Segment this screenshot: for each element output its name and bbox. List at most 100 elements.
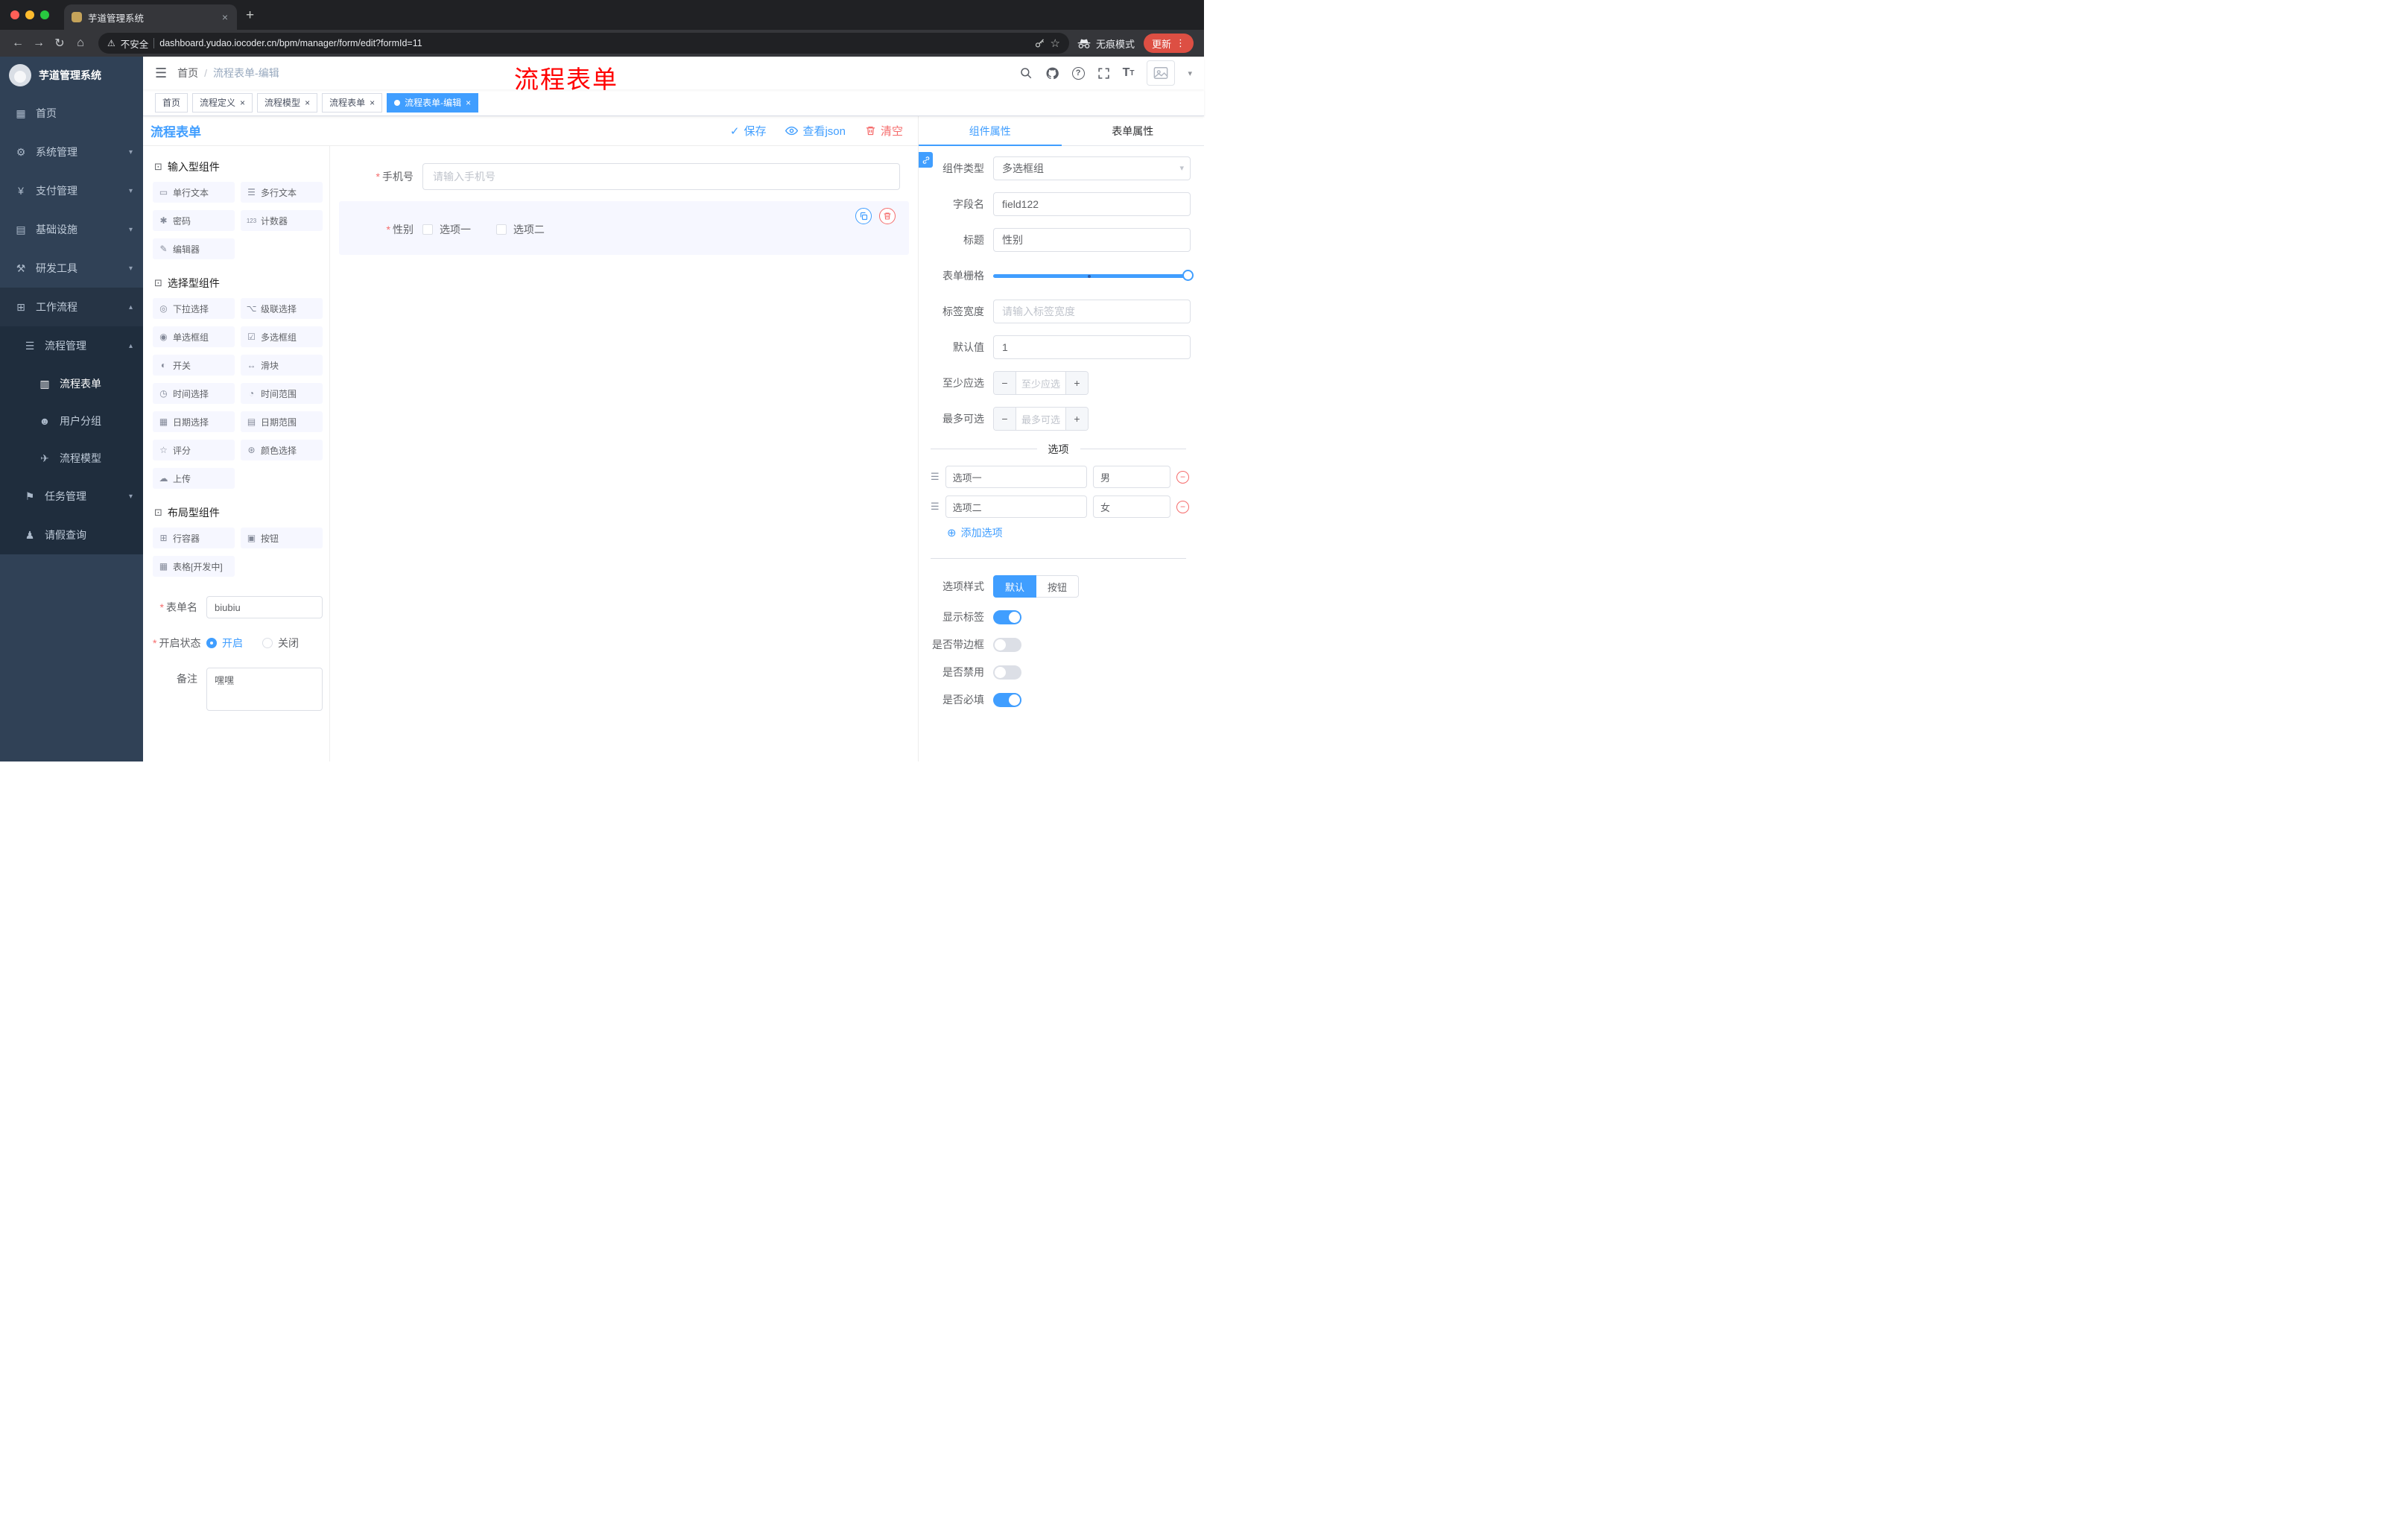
tag-close-icon[interactable]: × bbox=[370, 98, 375, 108]
key-icon[interactable] bbox=[1034, 38, 1045, 49]
option-1-value-input[interactable] bbox=[1093, 466, 1170, 488]
palette-item-color-picker[interactable]: ⊛ 颜色选择 bbox=[241, 440, 323, 460]
title-input[interactable] bbox=[993, 228, 1191, 252]
browser-update-button[interactable]: 更新 ⋮ bbox=[1143, 34, 1194, 53]
palette-item-editor[interactable]: ✎ 编辑器 bbox=[153, 238, 235, 259]
address-bar[interactable]: ⚠ 不安全 dashboard.yudao.iocoder.cn/bpm/man… bbox=[98, 33, 1069, 54]
sidebar-item-process-form[interactable]: ▥ 流程表单 bbox=[0, 365, 143, 402]
decrease-button[interactable]: − bbox=[994, 408, 1016, 430]
palette-item-table[interactable]: ▦ 表格[开发中] bbox=[153, 556, 235, 577]
option-style-default-button[interactable]: 默认 bbox=[993, 575, 1037, 598]
default-value-input[interactable] bbox=[993, 335, 1191, 359]
palette-item-password[interactable]: ✱ 密码 bbox=[153, 210, 235, 231]
palette-item-date-range[interactable]: ▤ 日期范围 bbox=[241, 411, 323, 432]
increase-button[interactable]: + bbox=[1065, 372, 1088, 394]
forward-button[interactable]: → bbox=[28, 37, 49, 50]
fullscreen-icon[interactable] bbox=[1097, 67, 1110, 80]
component-type-value[interactable] bbox=[993, 156, 1191, 180]
window-zoom-button[interactable] bbox=[40, 10, 49, 19]
tag-home[interactable]: 首页 bbox=[155, 92, 188, 113]
option-1-label-input[interactable] bbox=[945, 466, 1087, 488]
palette-item-radio-group[interactable]: ◉ 单选框组 bbox=[153, 326, 235, 347]
disabled-switch[interactable] bbox=[993, 665, 1021, 680]
window-minimize-button[interactable] bbox=[25, 10, 34, 19]
link-icon[interactable] bbox=[919, 152, 933, 168]
radio-status-on[interactable]: 开启 bbox=[206, 632, 243, 654]
view-json-button[interactable]: 查看json bbox=[785, 123, 846, 139]
new-tab-button[interactable]: + bbox=[246, 7, 254, 24]
required-switch[interactable] bbox=[993, 692, 1021, 707]
checkbox-option-1[interactable]: 选项一 bbox=[422, 222, 471, 237]
option-2-label-input[interactable] bbox=[945, 495, 1087, 518]
tag-close-icon[interactable]: × bbox=[466, 98, 471, 108]
add-option-button[interactable]: ⊕ 添加选项 bbox=[947, 525, 1191, 540]
label-width-input[interactable] bbox=[993, 300, 1191, 323]
avatar[interactable] bbox=[1147, 60, 1176, 86]
sidebar-item-devtools[interactable]: ⚒ 研发工具 ▾ bbox=[0, 249, 143, 288]
tag-close-icon[interactable]: × bbox=[240, 98, 245, 108]
sidebar-item-infrastructure[interactable]: ▤ 基础设施 ▾ bbox=[0, 210, 143, 249]
sidebar-item-home[interactable]: ▦ 首页 bbox=[0, 94, 143, 133]
sidebar-item-process-management[interactable]: ☰ 流程管理 ▴ bbox=[0, 326, 143, 365]
palette-item-cascader[interactable]: ⌥ 级联选择 bbox=[241, 298, 323, 319]
sidebar-item-system[interactable]: ⚙ 系统管理 ▾ bbox=[0, 133, 143, 171]
palette-item-time-range[interactable]: ◔ 时间范围 bbox=[241, 383, 323, 404]
drag-handle-icon[interactable]: ☰ bbox=[931, 501, 940, 513]
increase-button[interactable]: + bbox=[1065, 408, 1088, 430]
sidebar-item-process-model[interactable]: ✈ 流程模型 bbox=[0, 440, 143, 477]
checkbox-box[interactable] bbox=[495, 224, 507, 235]
bookmark-star-icon[interactable]: ☆ bbox=[1051, 37, 1060, 50]
drag-handle-icon[interactable]: ☰ bbox=[931, 471, 940, 483]
remove-option-button[interactable]: − bbox=[1176, 470, 1189, 484]
component-type-select[interactable]: ▾ bbox=[993, 156, 1191, 180]
clear-button[interactable]: 清空 bbox=[865, 123, 903, 139]
sidebar-toggle-icon[interactable]: ☰ bbox=[155, 66, 167, 81]
slider-handle[interactable] bbox=[1182, 270, 1194, 281]
palette-item-date-picker[interactable]: ▦ 日期选择 bbox=[153, 411, 235, 432]
sidebar-item-user-group[interactable]: ☻ 用户分组 bbox=[0, 402, 143, 440]
reload-button[interactable]: ↻ bbox=[49, 36, 70, 51]
tab-form-props[interactable]: 表单属性 bbox=[1062, 116, 1205, 145]
avatar-caret-icon[interactable]: ▾ bbox=[1188, 69, 1192, 78]
remove-option-button[interactable]: − bbox=[1176, 500, 1189, 513]
border-switch[interactable] bbox=[993, 637, 1021, 652]
palette-item-counter[interactable]: 123 计数器 bbox=[241, 210, 323, 231]
form-name-input[interactable] bbox=[206, 596, 323, 618]
copy-component-button[interactable] bbox=[855, 208, 872, 224]
tag-process-form-edit[interactable]: 流程表单-编辑 × bbox=[387, 92, 479, 113]
search-icon[interactable] bbox=[1019, 66, 1033, 80]
github-icon[interactable] bbox=[1045, 66, 1059, 80]
home-button[interactable]: ⌂ bbox=[70, 37, 91, 50]
save-button[interactable]: ✓ 保存 bbox=[730, 123, 767, 139]
breadcrumb-home[interactable]: 首页 bbox=[177, 66, 198, 80]
min-select-placeholder[interactable]: 至少应选 bbox=[1016, 372, 1065, 394]
form-remark-textarea[interactable]: 嘿嘿 bbox=[206, 668, 323, 711]
checkbox-box[interactable] bbox=[422, 224, 433, 235]
browser-menu-icon[interactable]: ⋮ bbox=[1176, 37, 1185, 49]
checkbox-option-2[interactable]: 选项二 bbox=[495, 222, 545, 237]
tag-process-definition[interactable]: 流程定义 × bbox=[192, 92, 253, 113]
sidebar-item-payment[interactable]: ¥ 支付管理 ▾ bbox=[0, 171, 143, 210]
browser-tab[interactable]: 芋道管理系统 × bbox=[64, 4, 237, 30]
radio-status-off[interactable]: 关闭 bbox=[262, 632, 299, 654]
sidebar-item-leave-query[interactable]: ♟ 请假查询 bbox=[0, 516, 143, 554]
palette-item-switch[interactable]: ◐ 开关 bbox=[153, 355, 235, 376]
tag-close-icon[interactable]: × bbox=[305, 98, 310, 108]
option-style-button-button[interactable]: 按钮 bbox=[1036, 575, 1080, 598]
help-icon[interactable]: ? bbox=[1071, 66, 1085, 80]
decrease-button[interactable]: − bbox=[994, 372, 1016, 394]
palette-item-slider[interactable]: ↔ 滑块 bbox=[241, 355, 323, 376]
palette-item-select[interactable]: ◎ 下拉选择 bbox=[153, 298, 235, 319]
show-label-switch[interactable] bbox=[993, 609, 1021, 624]
palette-item-time-picker[interactable]: ◷ 时间选择 bbox=[153, 383, 235, 404]
back-button[interactable]: ← bbox=[7, 37, 28, 50]
tag-process-model[interactable]: 流程模型 × bbox=[257, 92, 318, 113]
sidebar-item-task-management[interactable]: ⚑ 任务管理 ▾ bbox=[0, 477, 143, 516]
field-name-input[interactable] bbox=[993, 192, 1191, 216]
grid-slider[interactable] bbox=[993, 264, 1194, 288]
tab-component-props[interactable]: 组件属性 bbox=[919, 116, 1062, 146]
palette-item-rate[interactable]: ☆ 评分 bbox=[153, 440, 235, 460]
option-2-value-input[interactable] bbox=[1093, 495, 1170, 518]
tab-close-icon[interactable]: × bbox=[221, 11, 229, 23]
palette-item-checkbox-group[interactable]: ☑ 多选框组 bbox=[241, 326, 323, 347]
